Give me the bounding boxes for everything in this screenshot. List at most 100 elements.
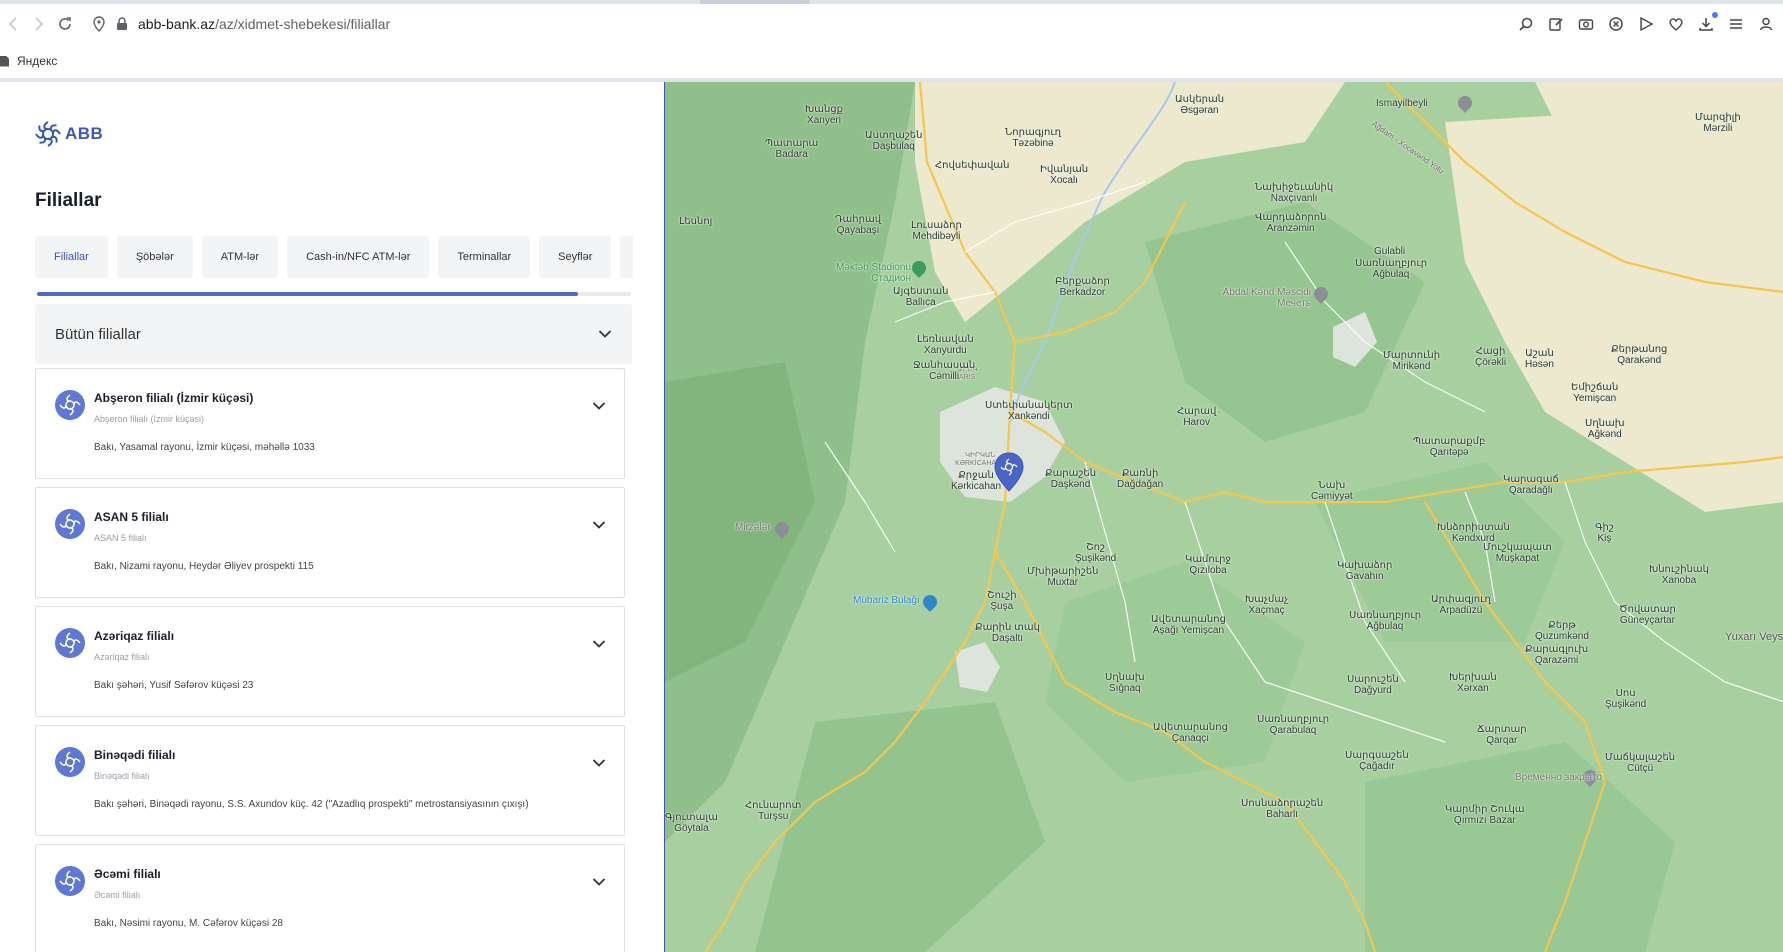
map-place-label: Սարգսաշեն Çağadır (1345, 750, 1409, 772)
bookmark-label: Яндекс (17, 54, 58, 68)
bookmarks-bar: Яндекс (0, 44, 1783, 82)
downloads-icon[interactable] (1697, 12, 1718, 33)
url-host: abb-bank.az (138, 16, 216, 32)
tab-seyfler[interactable]: Seyflər (539, 236, 612, 278)
branch-filter-value: Bütün filiallar (55, 325, 141, 343)
tab-sobeler[interactable]: Şöbələr (116, 236, 193, 278)
branch-address: Bakı şəhəri, Yusif Səfərov küçəsi 23 (94, 680, 254, 691)
abb-logo-icon (35, 121, 61, 147)
branch-card[interactable]: Abşeron filialı (İzmir küçəsi) Abşeron f… (35, 368, 625, 479)
branch-filter-dropdown[interactable]: Bütün filiallar (35, 304, 632, 364)
chevron-down-icon[interactable] (592, 877, 606, 887)
chevron-down-icon[interactable] (592, 758, 606, 768)
logo-text: ABB (65, 124, 104, 143)
lock-icon[interactable] (116, 17, 128, 31)
map-place-label: Վարդաձորոն Aranzəmin (1255, 212, 1327, 234)
map-view[interactable]: Məktəb Stadionu Стадион Abdal Kənd Məscid… (664, 82, 1783, 952)
branch-name: Azəriqaz filialı (94, 629, 175, 643)
reload-button[interactable] (52, 11, 78, 37)
map-place-label: Սառնաղբյուր Qarabulaq (1257, 714, 1330, 736)
forward-button[interactable] (26, 11, 52, 37)
send-icon[interactable] (1637, 15, 1655, 33)
favorites-icon[interactable] (1667, 15, 1685, 33)
page-title: Filiallar (35, 190, 102, 211)
map-place-label: Քառնի Dağdağan (1117, 468, 1164, 490)
map-place-label: Նախ Cəmiyyət (1311, 480, 1353, 502)
branch-logo-icon (55, 509, 85, 539)
chevron-down-icon[interactable] (592, 401, 606, 411)
bank-location-marker-icon[interactable] (994, 452, 1024, 492)
map-place-label: Աշան Həsən (1525, 348, 1554, 370)
map-place-label: Կարագաճ Qaradağlı (1503, 474, 1559, 496)
map-place-label: Ասկերան Əsgəran (1175, 94, 1225, 116)
branch-address: Bakı şəhəri, Binəqədi rayonu, S.S. Axund… (94, 799, 529, 810)
map-place-label: Ստեփանակերտ Xankəndi (985, 400, 1073, 422)
branch-list: Abşeron filialı (İzmir küçəsi) Abşeron f… (35, 368, 625, 952)
browser-toolbar: abb-bank.az/az/xidmet-shebekesi/filialla… (0, 4, 1783, 44)
chevron-down-icon[interactable] (592, 639, 606, 649)
map-place-label: Եմիշճան Yemişcan (1571, 382, 1619, 404)
tabs-scrollbar[interactable] (37, 292, 631, 296)
poi-label: Abdal Kənd Məscidi Мечеть (1222, 287, 1311, 309)
bookmark-yandex[interactable]: Яндекс (0, 54, 57, 68)
map-place-label: Արփագյուղ Arpadüzü (1431, 594, 1491, 616)
poi-label: Временно закрыто (1515, 772, 1602, 783)
map-place-label: Հարավ Harov (1177, 406, 1217, 428)
branch-subtitle: Binəqədi filialı (94, 771, 150, 781)
map-place-label: Քերթ Quzumkənd (1535, 620, 1589, 642)
map-place-label: Ավետարանոց Çanaqçı (1153, 722, 1228, 744)
map-place-label: Սառնաղբյուր Ağbulaq (1355, 258, 1428, 280)
profile-icon[interactable] (1757, 15, 1775, 33)
map-place-label: Քարաշեն Daşkənd (1045, 468, 1097, 490)
map-place-label: Նախիջեւանիկ Naxçıvanlı (1255, 182, 1334, 204)
branches-panel: ABB Filiallar Filiallar Şöbələr ATM-lər … (0, 82, 664, 952)
chevron-down-icon[interactable] (592, 520, 606, 530)
edit-icon[interactable] (1547, 15, 1565, 33)
map-place-label: Կախաձոր Gavahın (1337, 560, 1393, 582)
map-place-label: Պատարա Badara (765, 138, 819, 160)
branch-card[interactable]: ASAN 5 filialı ASAN 5 filialı Bakı, Niza… (35, 487, 625, 598)
map-place-label: Լեսնոյ (679, 216, 713, 227)
map-place-label: Սոս Şuşikənd (1605, 688, 1647, 710)
branch-address: Bakı, Nizami rayonu, Heydər Əliyev prosp… (94, 561, 314, 572)
camera-icon[interactable] (1577, 15, 1595, 33)
map-place-label: Սարուշեն Dağyurd (1347, 674, 1399, 696)
map-place-label: Խնուշինակ Xanoba (1649, 564, 1709, 586)
map-place-label: Մարտունի Mirikənd (1383, 350, 1441, 372)
map-place-label: Խաչմաչ Xaçmaç (1245, 594, 1289, 616)
page-icon (0, 55, 9, 67)
back-button[interactable] (0, 11, 26, 37)
map-place-label: Խերխան Xərxan (1449, 672, 1497, 694)
map-place-label: Աստղաշեն Daşbulaq (865, 130, 923, 152)
poi-label: Mirzələr (735, 522, 771, 533)
menu-icon[interactable] (1727, 15, 1745, 33)
tab-more[interactable]: X (620, 236, 633, 278)
abb-logo[interactable]: ABB (34, 120, 103, 148)
map-place-label: Կամուրջ Qızıloba (1185, 554, 1232, 576)
branch-card[interactable]: Binəqədi filialı Binəqədi filialı Bakı ş… (35, 725, 625, 836)
branch-name: Binəqədi filialı (94, 748, 176, 762)
block-icon[interactable] (1607, 15, 1625, 33)
branch-subtitle: Abşeron filialı (İzmir küçəsi) (94, 414, 205, 424)
branch-logo-icon (55, 866, 85, 896)
address-bar[interactable]: abb-bank.az/az/xidmet-shebekesi/filialla… (92, 8, 390, 40)
map-place-label: Իվանյան Xocalı (1040, 164, 1089, 186)
tab-cash-in-nfc-atm[interactable]: Cash-in/NFC ATM-lər (287, 236, 430, 278)
branch-address: Bakı, Nəsimi rayonu, M. Cəfərov küçəsi 2… (94, 918, 283, 929)
tabs-scrollbar-thumb[interactable] (37, 292, 578, 296)
search-page-icon[interactable] (1517, 15, 1535, 33)
branch-card[interactable]: Azəriqaz filialı Azəriqaz filialı Bakı ş… (35, 606, 625, 717)
branch-card[interactable]: Əcəmi filialı Əcəmi filialı Bakı, Nəsimi… (35, 844, 625, 952)
map-place-label: Խնձորիստան Kəndxurd (1437, 522, 1510, 544)
branch-logo-icon (55, 390, 85, 420)
map-place-label: Քարագլուխ Qarazəmi (1525, 644, 1589, 666)
map-place-label: Քերթանոց Qarakənd (1611, 344, 1668, 366)
tab-atm[interactable]: ATM-lər (201, 236, 279, 278)
branch-name: Əcəmi filialı (94, 867, 161, 881)
map-place-label: Լեռնավան Xanyurdu (917, 334, 974, 356)
tab-filiallar[interactable]: Filiallar (35, 236, 108, 278)
map-place-label: Շուշի Şuşa (987, 590, 1017, 612)
tab-terminallar[interactable]: Terminallar (438, 236, 531, 278)
location-icon[interactable] (92, 16, 106, 32)
map-place-label: Նորագյուղ Təzəbinə (1005, 127, 1062, 149)
